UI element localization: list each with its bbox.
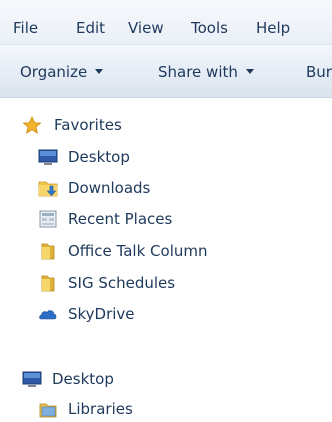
organize-label: Organize [20,63,88,81]
nav-item-label: SIG Schedules [68,274,176,292]
star-icon [22,116,42,134]
chevron-down-icon [245,69,254,74]
nav-item-label: Libraries [68,400,133,418]
recent-places-icon [39,210,57,228]
share-with-label: Share with [158,63,238,81]
nav-item-label: Downloads [68,179,151,197]
chevron-down-icon [95,69,104,74]
folder-icon [41,243,55,260]
burn-label: Bur [306,63,332,81]
menu-help[interactable]: Help [256,19,290,37]
menu-edit[interactable]: Edit [76,19,105,37]
skydrive-icon [39,310,57,320]
burn-button[interactable]: Bur [306,63,332,81]
organize-button[interactable]: Organize [20,63,104,81]
menu-file[interactable]: File [13,19,38,37]
menu-bar: File Edit View Tools Help [0,0,332,45]
desktop-icon [38,149,58,165]
downloads-folder-icon [38,181,58,197]
nav-item-label: Desktop [68,148,130,166]
libraries-icon [39,403,57,418]
nav-item-label: Office Talk Column [68,242,208,260]
menu-view[interactable]: View [128,19,164,37]
folder-icon [41,275,55,292]
nav-desktop-label: Desktop [52,370,114,388]
desktop-icon [22,371,42,387]
nav-favorites-label: Favorites [54,116,122,134]
menu-tools[interactable]: Tools [191,19,228,37]
navigation-pane: Favorites Desktop Downloads Recent Place… [0,98,332,422]
nav-item-label: SkyDrive [68,305,135,323]
command-bar: Organize Share with Bur [0,45,332,98]
share-with-button[interactable]: Share with [158,63,254,81]
nav-item-label: Recent Places [68,210,173,228]
